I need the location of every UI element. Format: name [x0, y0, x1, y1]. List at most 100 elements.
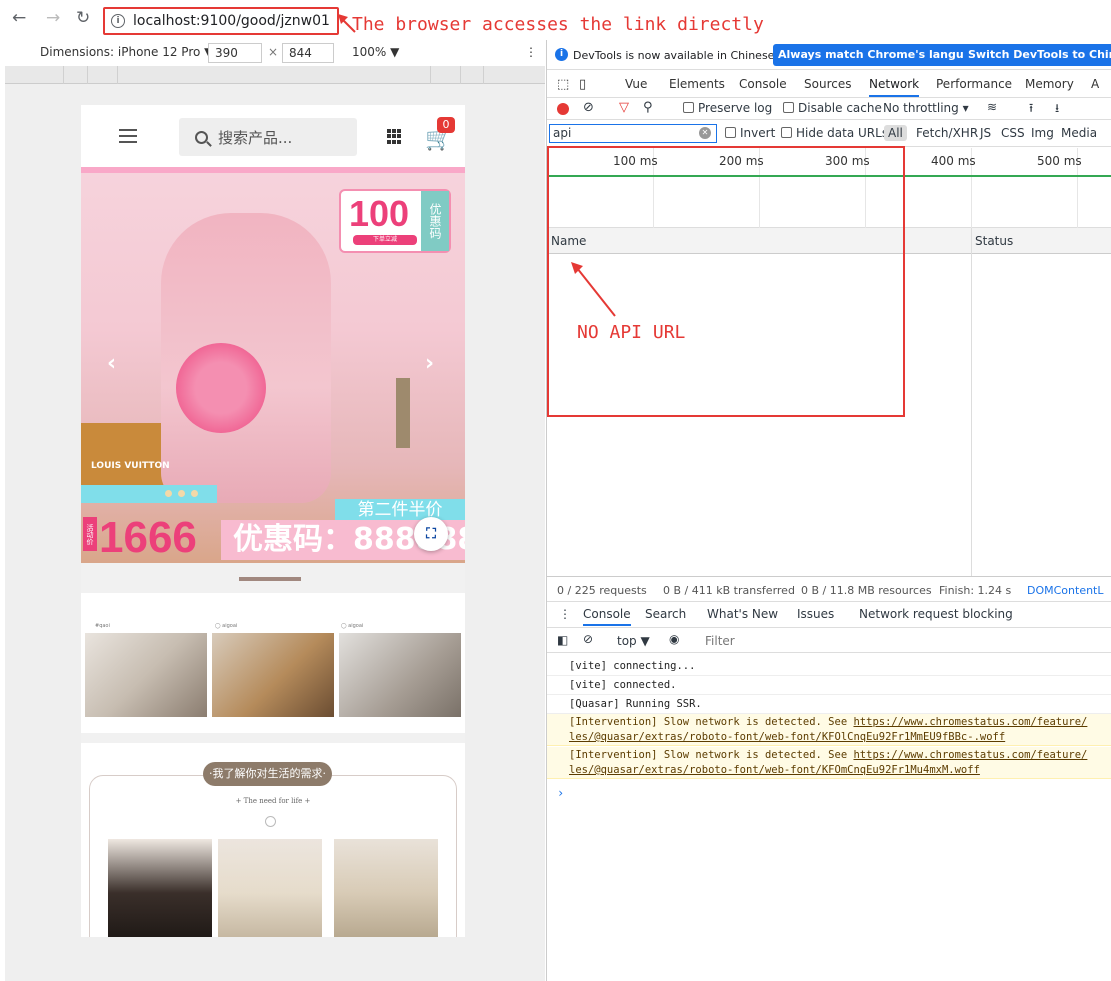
preserve-log-checkbox[interactable]: Preserve log — [683, 101, 772, 115]
product-card-2[interactable] — [218, 839, 322, 937]
device-height-input[interactable]: 844 — [282, 43, 334, 63]
import-har-icon[interactable]: ⭱ — [1029, 99, 1033, 120]
export-har-icon[interactable]: ⭳ — [1055, 99, 1059, 120]
console-warning: [Intervention] Slow network is detected.… — [547, 714, 1111, 746]
drawer-tabs: ⋮ Console Search What's New Issues Netwo… — [547, 602, 1111, 628]
product-grid — [108, 839, 442, 937]
warning-link-cont[interactable]: les/@quasar/extras/roboto-font/web-font/… — [569, 731, 1005, 743]
fullscreen-icon[interactable]: ⛶ — [414, 517, 448, 551]
banner-hat-image — [176, 343, 266, 433]
search-icon — [195, 130, 208, 144]
filter-js[interactable]: JS — [980, 126, 991, 140]
sidebar-toggle-icon[interactable]: ◧ — [557, 633, 568, 647]
drawer-tab-issues[interactable]: Issues — [797, 607, 834, 621]
search-network-icon[interactable]: ⚲ — [643, 100, 653, 115]
drawer-tab-console[interactable]: Console — [583, 607, 631, 626]
product-card-3[interactable] — [334, 839, 438, 937]
always-match-language-button[interactable]: Always match Chrome's language — [773, 44, 992, 66]
filter-img[interactable]: Img — [1031, 126, 1054, 140]
device-width-input[interactable]: 390 — [208, 43, 262, 63]
tab-vue[interactable]: Vue — [625, 77, 647, 91]
console-warning: [Intervention] Slow network is detected.… — [547, 747, 1111, 779]
drawer-tab-request-blocking[interactable]: Network request blocking — [859, 607, 1013, 621]
back-icon[interactable]: ← — [12, 8, 26, 28]
reload-icon[interactable]: ↻ — [76, 8, 90, 28]
network-filter-input[interactable]: api — [549, 124, 717, 143]
tab-network[interactable]: Network — [869, 77, 920, 97]
context-select[interactable]: top ▼ — [617, 634, 650, 648]
coupon-card: 100 优惠码 下单立减 — [339, 189, 451, 253]
info-icon: i — [555, 48, 568, 61]
zoom-select[interactable]: 100% ▼ — [352, 45, 399, 59]
thumbnail-2[interactable] — [212, 633, 334, 717]
forward-icon[interactable]: → — [46, 8, 60, 28]
search-input[interactable]: 搜索产品... — [179, 118, 357, 156]
console-prompt[interactable]: › — [557, 786, 564, 800]
coupon-side-label: 优惠码 — [421, 191, 449, 251]
price-value: 1666 — [99, 513, 197, 562]
banner-carousel[interactable]: LOUIS VUITTON 100 优惠码 下单立减 ‹ › 第二件半价 活动价… — [81, 167, 465, 563]
filter-all[interactable]: All — [884, 125, 907, 141]
hide-data-urls-checkbox[interactable]: Hide data URLs — [781, 126, 888, 140]
clear-icon[interactable]: ⊘ — [583, 100, 594, 115]
product-card-1[interactable] — [108, 839, 212, 937]
half-price-label: 第二件半价 — [335, 499, 465, 521]
drawer-menu-icon[interactable]: ⋮ — [559, 607, 571, 621]
warning-link-cont[interactable]: les/@quasar/extras/roboto-font/web-font/… — [569, 764, 980, 776]
cart-badge: 0 — [437, 117, 455, 133]
column-divider — [971, 228, 972, 576]
tab-memory[interactable]: Memory — [1025, 77, 1074, 91]
filter-css[interactable]: CSS — [1001, 126, 1025, 140]
filter-icon[interactable]: ▽ — [619, 100, 629, 115]
warning-link[interactable]: https://www.chromestatus.com/feature/ — [853, 716, 1087, 728]
media-query-ruler[interactable] — [5, 66, 545, 84]
network-toolbar: ⊘ ▽ ⚲ Preserve log Disable cache No thro… — [547, 98, 1111, 120]
menu-icon[interactable] — [119, 129, 137, 143]
device-more-icon[interactable]: ⋮ — [525, 45, 537, 59]
carousel-prev-icon[interactable]: ‹ — [107, 351, 116, 376]
console-log-line: [Quasar] Running SSR. — [547, 695, 1111, 714]
timeline-tick: 500 ms — [1037, 154, 1082, 168]
category-thumbnails: #qaoi ◯ aigoai ◯ aigoai — [81, 623, 465, 733]
record-icon[interactable] — [557, 103, 569, 115]
warning-link[interactable]: https://www.chromestatus.com/feature/ — [853, 749, 1087, 761]
inspect-element-icon[interactable]: ⬚ — [557, 77, 569, 92]
live-expression-icon[interactable]: ◉ — [669, 632, 679, 646]
thumbnail-1[interactable] — [85, 633, 207, 717]
carousel-next-icon[interactable]: › — [425, 351, 434, 376]
invert-checkbox[interactable]: Invert — [725, 126, 775, 140]
network-conditions-icon[interactable]: ≋ — [987, 100, 997, 114]
switch-devtools-language-button[interactable]: Switch DevTools to Chinese — [963, 44, 1111, 66]
console-filter-input[interactable]: Filter — [705, 634, 735, 648]
dimension-separator: × — [268, 45, 279, 59]
console-clear-icon[interactable]: ⊘ — [583, 632, 593, 646]
summary-domcontentloaded: DOMContentL — [1027, 584, 1104, 597]
filter-fetch-xhr[interactable]: Fetch/XHR — [916, 126, 978, 140]
tab-elements[interactable]: Elements — [669, 77, 725, 91]
tab-more[interactable]: A — [1091, 77, 1099, 91]
throttling-select[interactable]: No throttling ▾ — [883, 101, 969, 115]
thumbnail-3[interactable] — [339, 633, 461, 717]
tab-performance[interactable]: Performance — [936, 77, 1012, 91]
apps-grid-icon[interactable] — [387, 129, 402, 144]
warning-text: [Intervention] Slow network is detected.… — [569, 749, 854, 761]
thumbnail-tag-3: ◯ aigoai — [341, 623, 364, 629]
clear-filter-icon[interactable]: ✕ — [699, 127, 711, 139]
life-section-title: ·我了解你对生活的需求· — [203, 762, 332, 786]
devtools-panel-tabs: ⬚ ▯ Vue Elements Console Sources Network… — [547, 71, 1111, 98]
carousel-dots[interactable] — [165, 490, 198, 497]
drawer-tab-whats-new[interactable]: What's New — [707, 607, 778, 621]
tab-sources[interactable]: Sources — [804, 77, 851, 91]
browser-toolbar: ← → ↻ i localhost:9100/good/jznw01 The b… — [0, 0, 1111, 40]
drawer-tab-search[interactable]: Search — [645, 607, 686, 621]
site-info-icon[interactable]: i — [111, 14, 125, 28]
column-status[interactable]: Status — [975, 234, 1013, 248]
thumbnail-tag-2: ◯ aigoai — [215, 623, 238, 629]
filter-media[interactable]: Media — [1061, 126, 1097, 140]
tab-console[interactable]: Console — [739, 77, 787, 91]
device-toggle-icon[interactable]: ▯ — [579, 77, 586, 92]
disable-cache-checkbox[interactable]: Disable cache — [783, 101, 882, 115]
banner-brand-text: LOUIS VUITTON — [91, 461, 170, 471]
address-bar[interactable]: i localhost:9100/good/jznw01 — [103, 7, 339, 35]
device-select[interactable]: Dimensions: iPhone 12 Pro ▼ — [40, 45, 213, 59]
